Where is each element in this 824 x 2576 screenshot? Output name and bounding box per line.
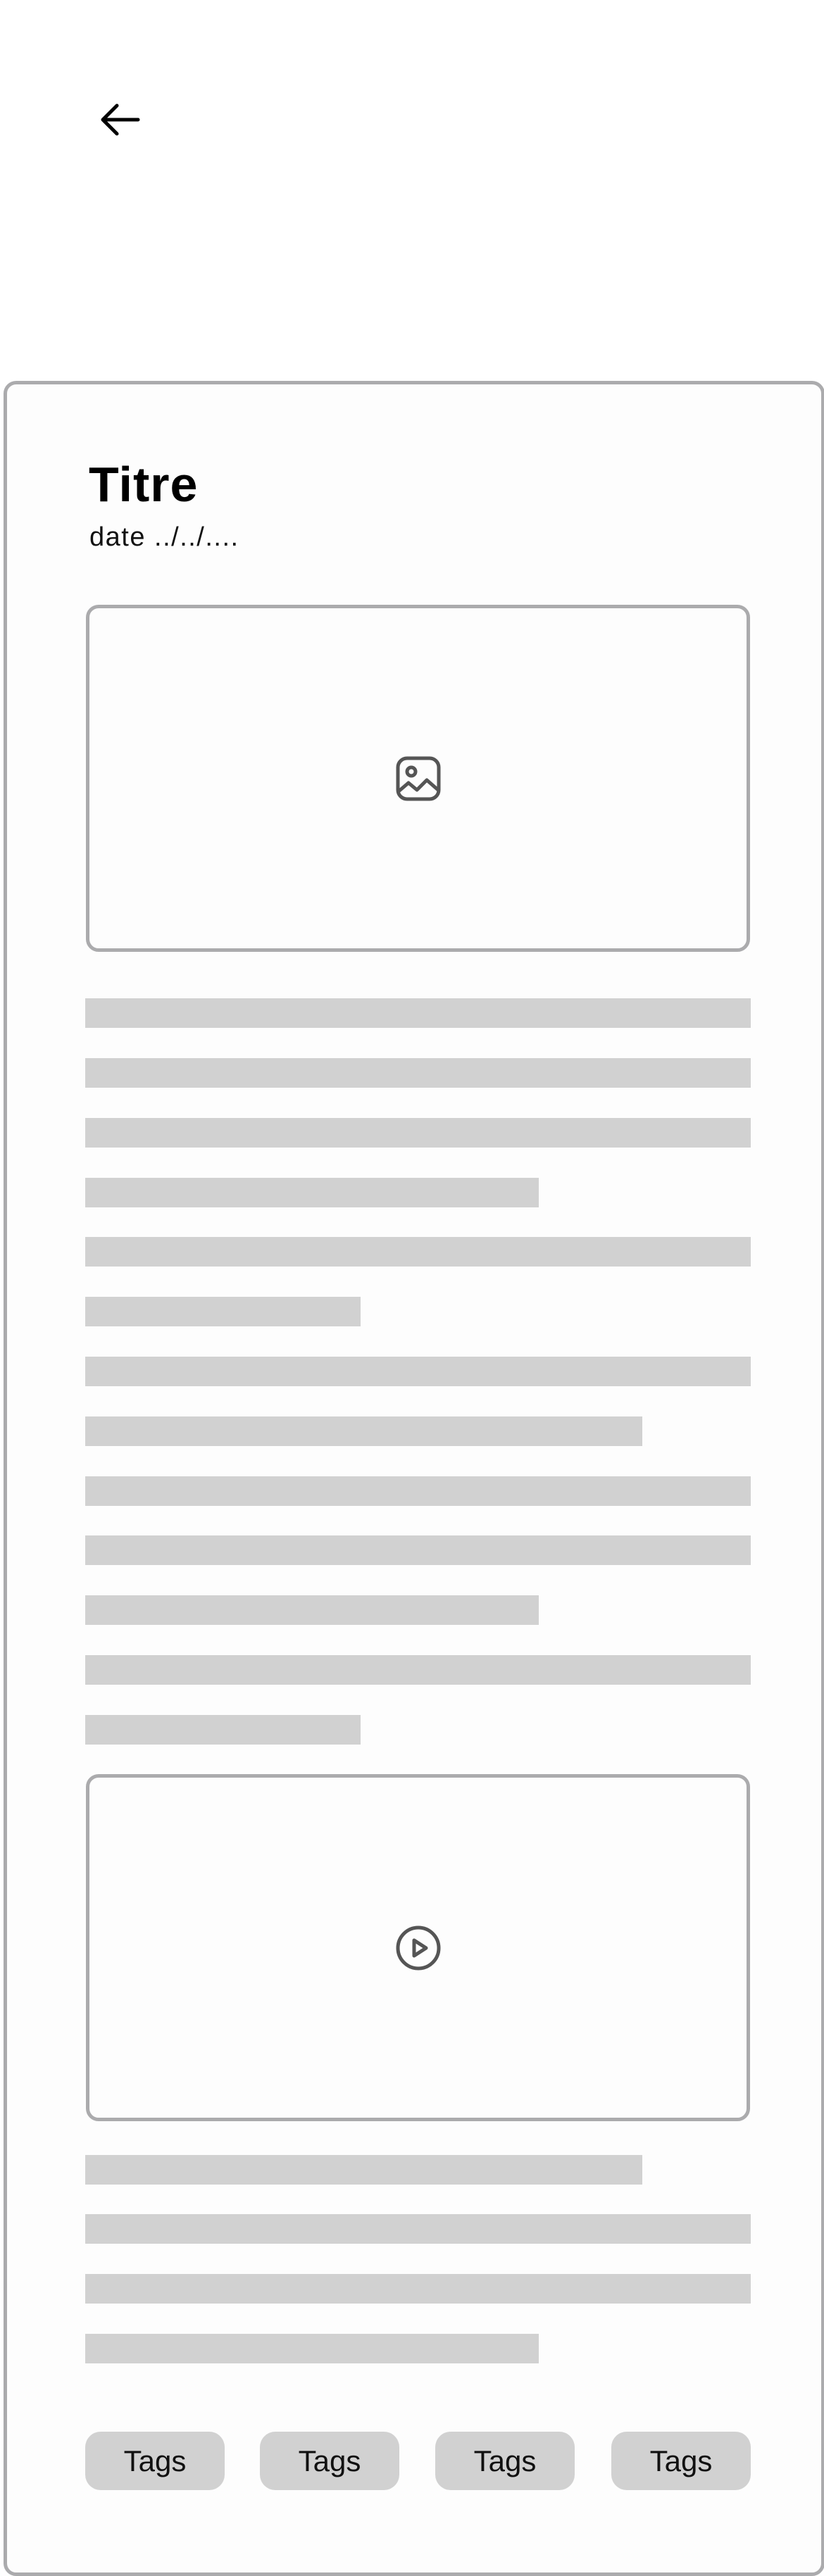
text-line [85,1416,642,1446]
text-line [85,1476,751,1506]
text-line [85,1058,751,1088]
tag-list: Tags Tags Tags Tags [85,2432,751,2490]
text-line [85,1178,539,1207]
article-date: date ../../.... [89,522,239,552]
article-card: Titre date ../../.... Tags Tags Tags Tag… [4,381,824,2576]
image-placeholder [86,605,750,952]
text-line [85,1655,751,1685]
text-line [85,1297,361,1326]
text-line [85,1118,751,1148]
text-line [85,2214,751,2244]
text-line [85,1357,751,1386]
back-button[interactable] [92,92,148,148]
tag-chip[interactable]: Tags [611,2432,751,2490]
tag-chip[interactable]: Tags [85,2432,225,2490]
play-circle-icon[interactable] [395,1925,442,1971]
text-line [85,2274,751,2304]
video-placeholder[interactable] [86,1774,750,2121]
article-title: Titre [89,457,199,512]
text-line [85,1237,751,1267]
text-line [85,2334,539,2363]
arrow-left-icon [101,103,140,136]
text-line [85,1535,751,1565]
text-line [85,1595,539,1625]
text-line [85,998,751,1028]
text-line [85,1715,361,1745]
tag-chip[interactable]: Tags [435,2432,575,2490]
tag-chip[interactable]: Tags [260,2432,399,2490]
text-line [85,2155,642,2185]
image-icon [396,756,440,800]
